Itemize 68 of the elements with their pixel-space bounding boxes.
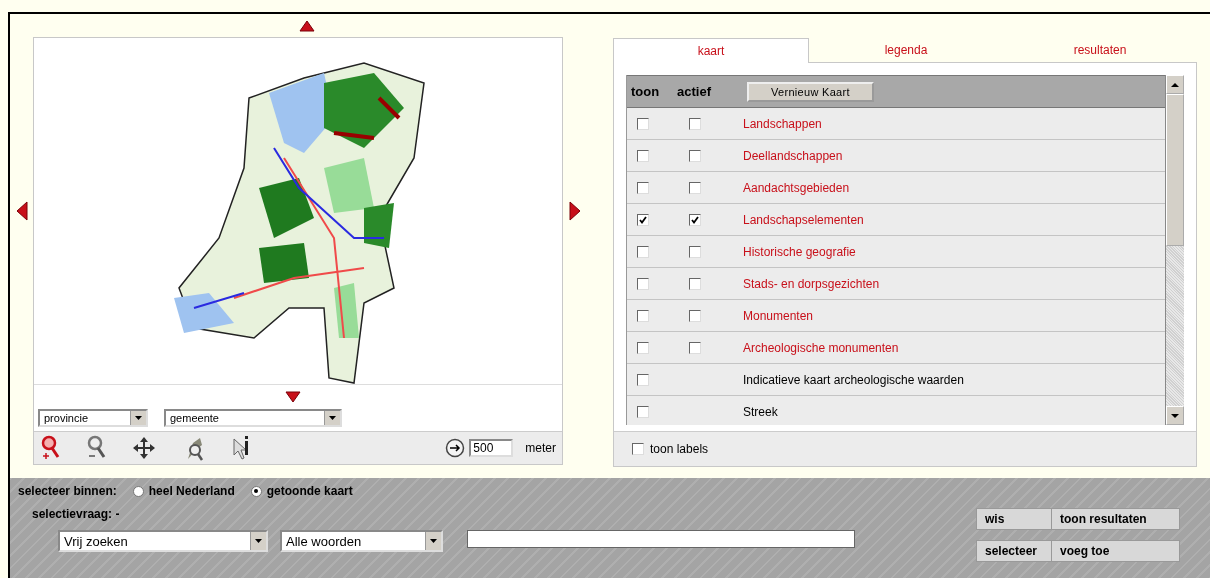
action-button[interactable]: voeg toe (1051, 541, 1179, 561)
layer-link[interactable]: Historische geografie (743, 244, 856, 259)
caret-icon (255, 539, 262, 543)
active-checkbox[interactable] (689, 245, 701, 258)
layer-link[interactable]: Landschappen (743, 116, 822, 131)
layer-link[interactable]: Landschapselementen (743, 212, 864, 227)
dropdown[interactable]: gemeente (164, 409, 342, 427)
action-button[interactable]: toon resultaten (1051, 509, 1179, 529)
layer-label: Streek (743, 404, 778, 419)
caret-icon (430, 539, 437, 543)
radio-label: getoonde kaart (266, 484, 353, 498)
layer-label: Indicatieve kaart archeologische waarden (743, 372, 964, 387)
show-checkbox[interactable] (637, 309, 649, 322)
active-checkbox[interactable] (689, 149, 701, 162)
up-arrow-icon[interactable] (298, 19, 315, 32)
active-checkbox[interactable] (689, 309, 701, 322)
dropdown[interactable]: Vrij zoeken (58, 530, 268, 552)
scope-label: selecteer binnen: (18, 484, 117, 498)
layer-link[interactable]: Deellandschappen (743, 148, 843, 163)
labels-checkbox[interactable] (632, 443, 644, 455)
radio-button[interactable] (250, 485, 262, 497)
radio-button[interactable] (132, 485, 144, 497)
up-caret-icon (1171, 82, 1179, 87)
active-checkbox[interactable] (689, 117, 701, 130)
unit-label: meter (525, 441, 556, 455)
scroll-down-button[interactable] (1166, 406, 1184, 425)
caret-icon (135, 416, 142, 420)
layer-link[interactable]: Stads- en dorpsgezichten (743, 276, 880, 291)
pointer-info-icon[interactable] (232, 435, 250, 461)
left-arrow-icon[interactable] (15, 201, 28, 221)
column-header: toon (631, 84, 660, 99)
layer-link[interactable]: Aandachtsgebieden (743, 180, 850, 195)
layer-link[interactable]: Monumenten (743, 308, 814, 323)
action-button[interactable]: wis (977, 509, 1051, 529)
show-checkbox[interactable] (637, 181, 649, 194)
column-header: actief (677, 84, 711, 99)
dropdown[interactable]: provincie (38, 409, 148, 427)
dropdown[interactable]: Alle woorden (280, 530, 443, 552)
arrow-circle-icon[interactable] (445, 438, 466, 458)
show-checkbox[interactable] (637, 213, 649, 226)
active-checkbox[interactable] (689, 277, 701, 290)
tab[interactable]: kaart (613, 38, 809, 63)
layer-link[interactable]: Archeologische monumenten (743, 340, 899, 355)
show-checkbox[interactable] (637, 373, 649, 386)
show-checkbox[interactable] (637, 277, 649, 290)
action-button[interactable]: selecteer (977, 541, 1051, 561)
caret-icon (1171, 413, 1179, 418)
scale-field[interactable]: 500 (469, 439, 514, 457)
radio-label: heel Nederland (148, 484, 235, 498)
caret-icon (329, 416, 336, 420)
query-field[interactable] (467, 530, 855, 548)
scrollbar-thumb[interactable] (1166, 94, 1184, 246)
show-checkbox[interactable] (637, 405, 649, 418)
show-checkbox[interactable] (637, 149, 649, 162)
zoom-in-icon[interactable] (40, 435, 60, 461)
scroll-up-button[interactable] (1166, 75, 1184, 94)
refresh-map-button[interactable]: Vernieuw Kaart (747, 81, 874, 102)
active-checkbox[interactable] (689, 181, 701, 194)
checkbox-label: toon labels (650, 442, 709, 456)
pan-icon[interactable] (132, 436, 156, 460)
right-arrow-icon[interactable] (568, 201, 581, 221)
query-label: selectievraag: - (31, 507, 121, 521)
active-checkbox[interactable] (689, 213, 701, 226)
active-checkbox[interactable] (689, 341, 701, 354)
show-checkbox[interactable] (637, 117, 649, 130)
down-arrow-icon[interactable] (285, 391, 301, 403)
show-checkbox[interactable] (637, 341, 649, 354)
show-checkbox[interactable] (637, 245, 649, 258)
